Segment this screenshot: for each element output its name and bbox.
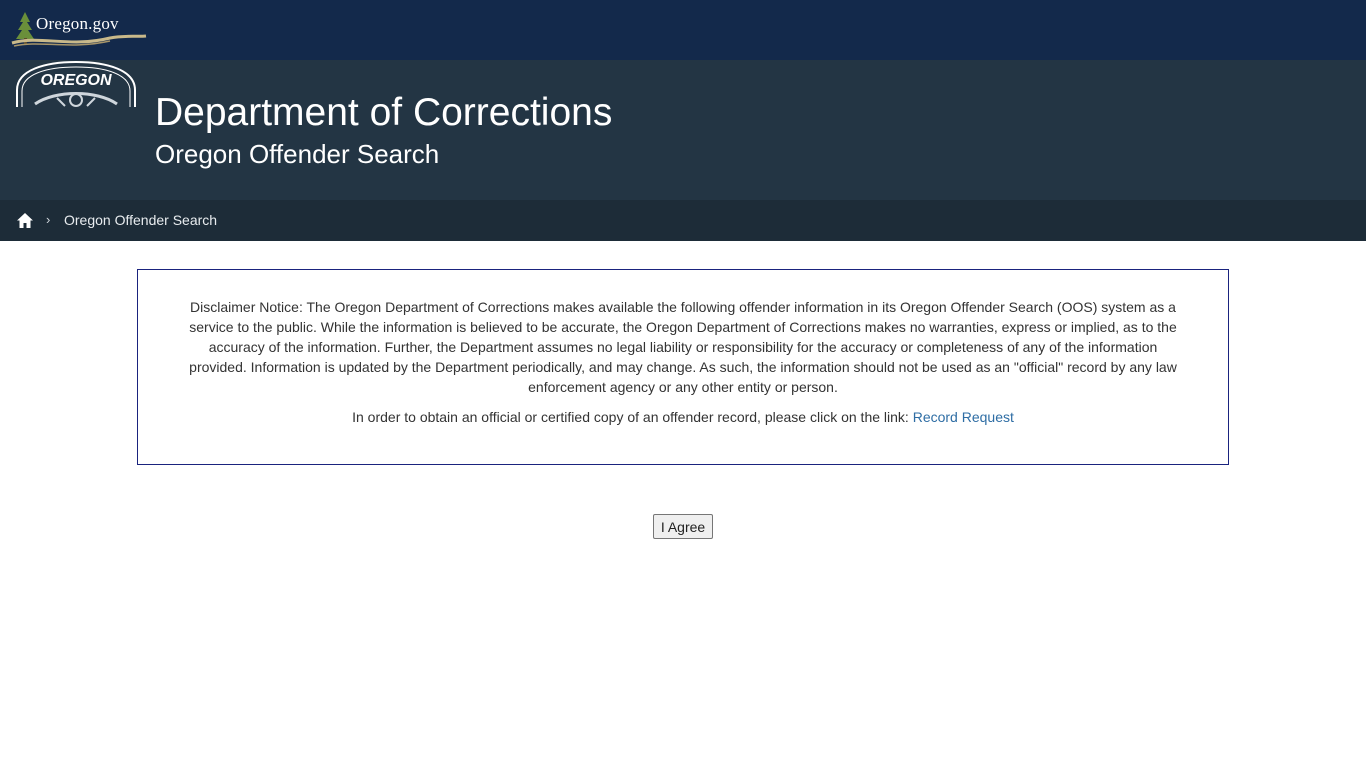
svg-text:OREGON: OREGON	[40, 72, 112, 89]
page-subtitle: Oregon Offender Search	[155, 139, 440, 169]
agree-button[interactable]: I Agree	[653, 514, 713, 539]
record-request-prefix: In order to obtain an official or certif…	[352, 409, 913, 425]
home-icon[interactable]	[16, 212, 34, 229]
record-request-text: In order to obtain an official or certif…	[138, 407, 1228, 427]
breadcrumb-current: Oregon Offender Search	[64, 212, 218, 228]
breadcrumb: › Oregon Offender Search	[0, 200, 1366, 241]
agency-banner: OREGON Department of Corrections Oregon …	[0, 60, 1366, 200]
breadcrumb-separator-icon: ›	[46, 212, 51, 227]
record-request-link[interactable]: Record Request	[913, 409, 1014, 425]
disclaimer-box: Disclaimer Notice: The Oregon Department…	[137, 269, 1229, 465]
oregon-gov-logo[interactable]: Oregon.gov	[10, 10, 150, 50]
top-navigation-bar: Oregon.gov	[0, 0, 1366, 60]
page-title: Department of Corrections	[155, 91, 613, 134]
oregon-gov-wordmark: Oregon.gov	[36, 14, 119, 33]
oregon-state-seal-icon: OREGON	[15, 60, 137, 107]
disclaimer-text: Disclaimer Notice: The Oregon Department…	[189, 299, 1177, 395]
